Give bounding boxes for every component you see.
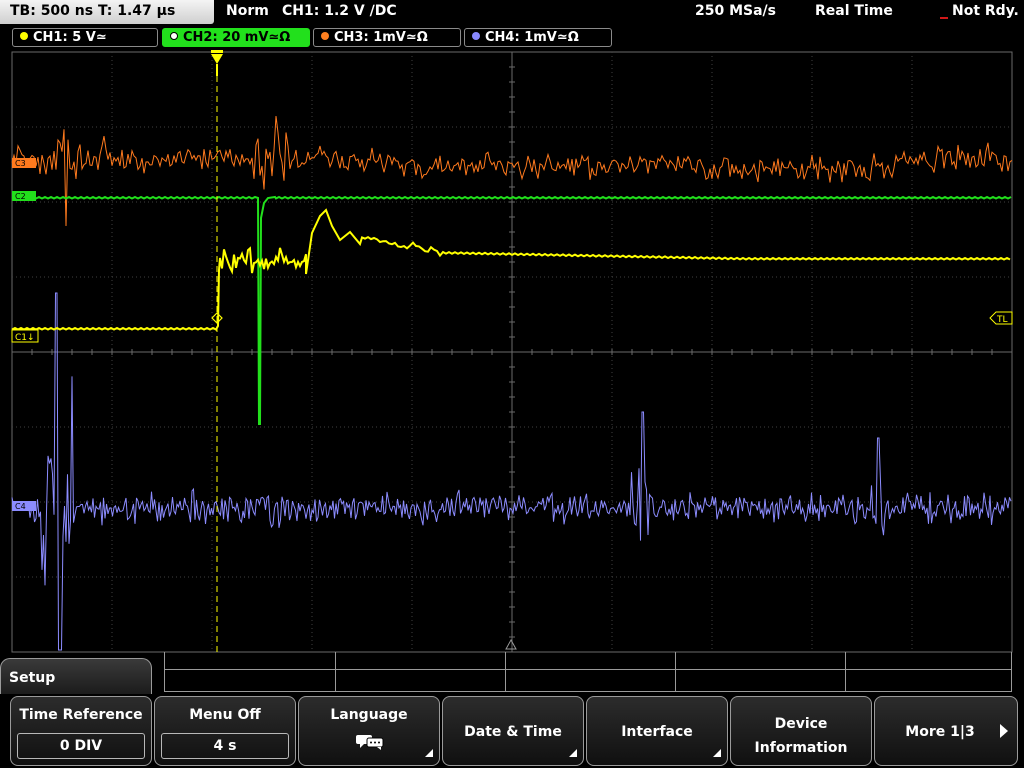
menu-off-label: Menu Off: [189, 707, 261, 723]
timebase-readout[interactable]: TB: 500 ns T: 1.47 µs: [0, 0, 214, 24]
trigger-position-marker[interactable]: [211, 50, 223, 76]
time-reference-label: Time Reference: [19, 707, 143, 723]
svg-text:C2: C2: [15, 192, 26, 201]
chevron-right-icon: [1000, 724, 1008, 738]
channel-4-dot-icon: [472, 32, 480, 40]
submenu-indicator-icon: [713, 749, 721, 757]
status-bar: TB: 500 ns T: 1.47 µs Norm CH1: 1.2 V ∕D…: [0, 0, 1024, 26]
menu-title-tab: Setup: [0, 658, 152, 696]
softkey-bar: Time Reference 0 DIV Menu Off 4 s Langua…: [0, 694, 1024, 768]
graticule: [11, 51, 1013, 653]
svg-text:C3: C3: [15, 159, 26, 168]
menu-off-value: 4 s: [161, 733, 289, 759]
device-information-button[interactable]: Device Information: [730, 696, 872, 766]
ch3-reference-marker[interactable]: C3: [12, 158, 36, 168]
acquisition-mode: Real Time: [815, 3, 893, 19]
interface-label: Interface: [621, 724, 693, 740]
acquisition-status: Not Rdy.: [952, 3, 1019, 19]
sample-rate: 250 MSa/s: [695, 3, 777, 19]
channel-1-text: CH1: 5 V≃: [33, 30, 107, 45]
trigger-mode[interactable]: Norm: [226, 3, 269, 19]
not-ready-indicator: [940, 17, 948, 19]
ch2-reference-marker[interactable]: C2: [12, 191, 36, 201]
channel-2-text: CH2: 20 mV≃Ω: [183, 30, 291, 45]
submenu-indicator-icon: [425, 749, 433, 757]
menu-off-button[interactable]: Menu Off 4 s: [154, 696, 296, 766]
interface-button[interactable]: Interface: [586, 696, 728, 766]
ch1-trace: [11, 208, 1011, 331]
horizontal-position-icon: [505, 638, 517, 650]
waveform-display[interactable]: C1↓ C2 C3 C4 TL: [0, 48, 1024, 654]
ch4-reference-marker[interactable]: C4: [12, 501, 36, 511]
time-reference-value: 0 DIV: [17, 733, 145, 759]
chat-bubbles-icon: [356, 735, 384, 750]
language-label: Language: [330, 707, 408, 723]
overview-bar: [164, 652, 1012, 692]
channel-2-label[interactable]: CH2: 20 mV≃Ω: [162, 28, 310, 47]
device-information-label: Device Information: [754, 716, 848, 756]
trigger-info[interactable]: CH1: 1.2 V ∕DC: [282, 3, 397, 19]
svg-text:TL: TL: [996, 315, 1008, 325]
channel-4-text: CH4: 1mV≃Ω: [485, 30, 579, 45]
submenu-indicator-icon: [569, 749, 577, 757]
channel-4-label[interactable]: CH4: 1mV≃Ω: [464, 28, 612, 47]
date-time-button[interactable]: Date & Time: [442, 696, 584, 766]
ch1-reference-marker[interactable]: C1↓: [11, 329, 39, 343]
date-time-label: Date & Time: [464, 724, 562, 740]
channel-3-text: CH3: 1mV≃Ω: [334, 30, 428, 45]
svg-text:C1↓: C1↓: [15, 333, 35, 343]
channel-3-label[interactable]: CH3: 1mV≃Ω: [313, 28, 461, 47]
channel-3-dot-icon: [321, 32, 329, 40]
more-button[interactable]: More 1|3: [874, 696, 1018, 766]
trigger-level-marker[interactable]: TL: [989, 311, 1013, 325]
time-reference-button[interactable]: Time Reference 0 DIV: [10, 696, 152, 766]
svg-text:C4: C4: [15, 502, 26, 511]
language-button[interactable]: Language: [298, 696, 440, 766]
more-label: More 1|3: [905, 724, 975, 740]
channel-1-dot-icon: [20, 32, 28, 40]
channel-1-label[interactable]: CH1: 5 V≃: [12, 28, 158, 47]
channel-2-dot-icon: [170, 32, 178, 40]
